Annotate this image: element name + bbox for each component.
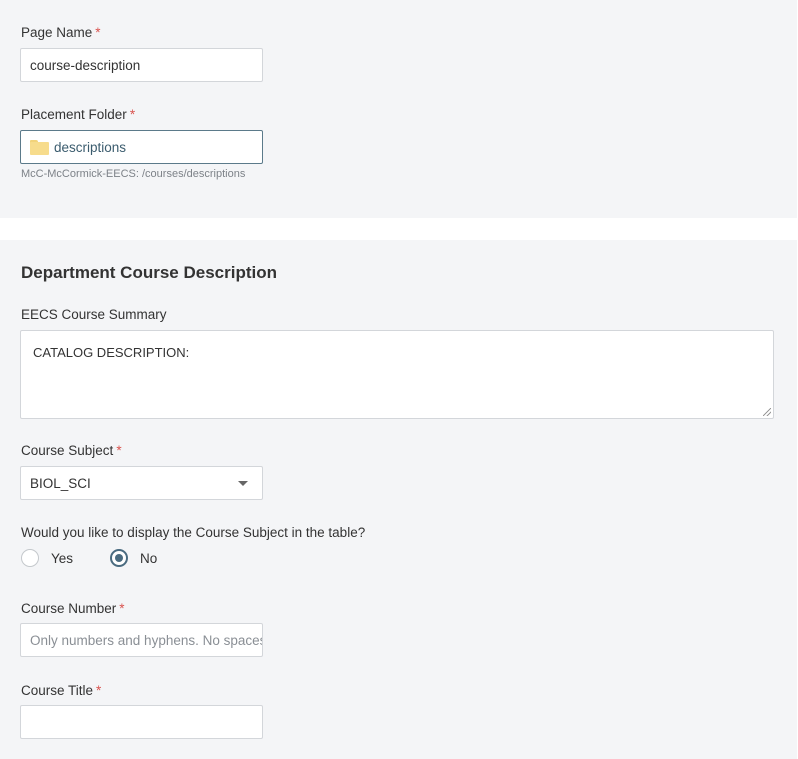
course-summary-textarea[interactable]: CATALOG DESCRIPTION:: [20, 330, 774, 419]
required-marker: *: [116, 443, 122, 458]
placement-folder-input[interactable]: descriptions: [20, 130, 263, 164]
course-summary-label: EECS Course Summary: [21, 307, 167, 322]
page-name-label: Page Name *: [21, 25, 101, 40]
course-subject-selected-value: BIOL_SCI: [30, 475, 91, 491]
radio-yes-label[interactable]: Yes: [51, 551, 73, 566]
course-number-label-text: Course Number: [21, 601, 117, 616]
course-title-label-text: Course Title: [21, 683, 94, 698]
page-name-value: course-description: [30, 57, 141, 73]
required-marker: *: [129, 107, 136, 122]
course-subject-select[interactable]: BIOL_SCI: [20, 466, 263, 500]
resize-handle-icon[interactable]: [763, 408, 771, 416]
required-marker: *: [95, 25, 101, 40]
course-title-label: Course Title *: [21, 683, 101, 698]
folder-icon: [30, 139, 49, 155]
caret-down-icon: [238, 481, 248, 486]
radio-no[interactable]: [110, 549, 129, 567]
page-name-label-text: Page Name: [21, 25, 93, 40]
course-number-placeholder: Only numbers and hyphens. No spaces.: [30, 632, 263, 648]
course-subject-label-text: Course Subject: [21, 443, 114, 458]
radio-no-label[interactable]: No: [140, 551, 157, 566]
page-name-input[interactable]: course-description: [20, 48, 263, 82]
folder-path-hint: McC-McCormick-EECS: /courses/description…: [21, 168, 246, 180]
required-marker: *: [119, 601, 125, 616]
placement-folder-label-text: Placement Folder: [21, 107, 127, 122]
required-marker: *: [96, 683, 102, 698]
section-title: Department Course Description: [21, 263, 277, 282]
placement-folder-value: descriptions: [54, 139, 127, 155]
radio-yes[interactable]: [21, 549, 39, 567]
display-subject-question: Would you like to display the Course Sub…: [21, 525, 366, 540]
placement-folder-label: Placement Folder *: [21, 107, 135, 122]
course-title-input[interactable]: [20, 705, 263, 739]
course-number-label: Course Number *: [21, 601, 125, 616]
course-summary-value: CATALOG DESCRIPTION:: [33, 345, 190, 360]
course-number-input[interactable]: Only numbers and hyphens. No spaces.: [20, 623, 263, 657]
display-subject-radio-group: Yes No: [21, 547, 157, 569]
course-subject-label: Course Subject *: [21, 443, 122, 458]
